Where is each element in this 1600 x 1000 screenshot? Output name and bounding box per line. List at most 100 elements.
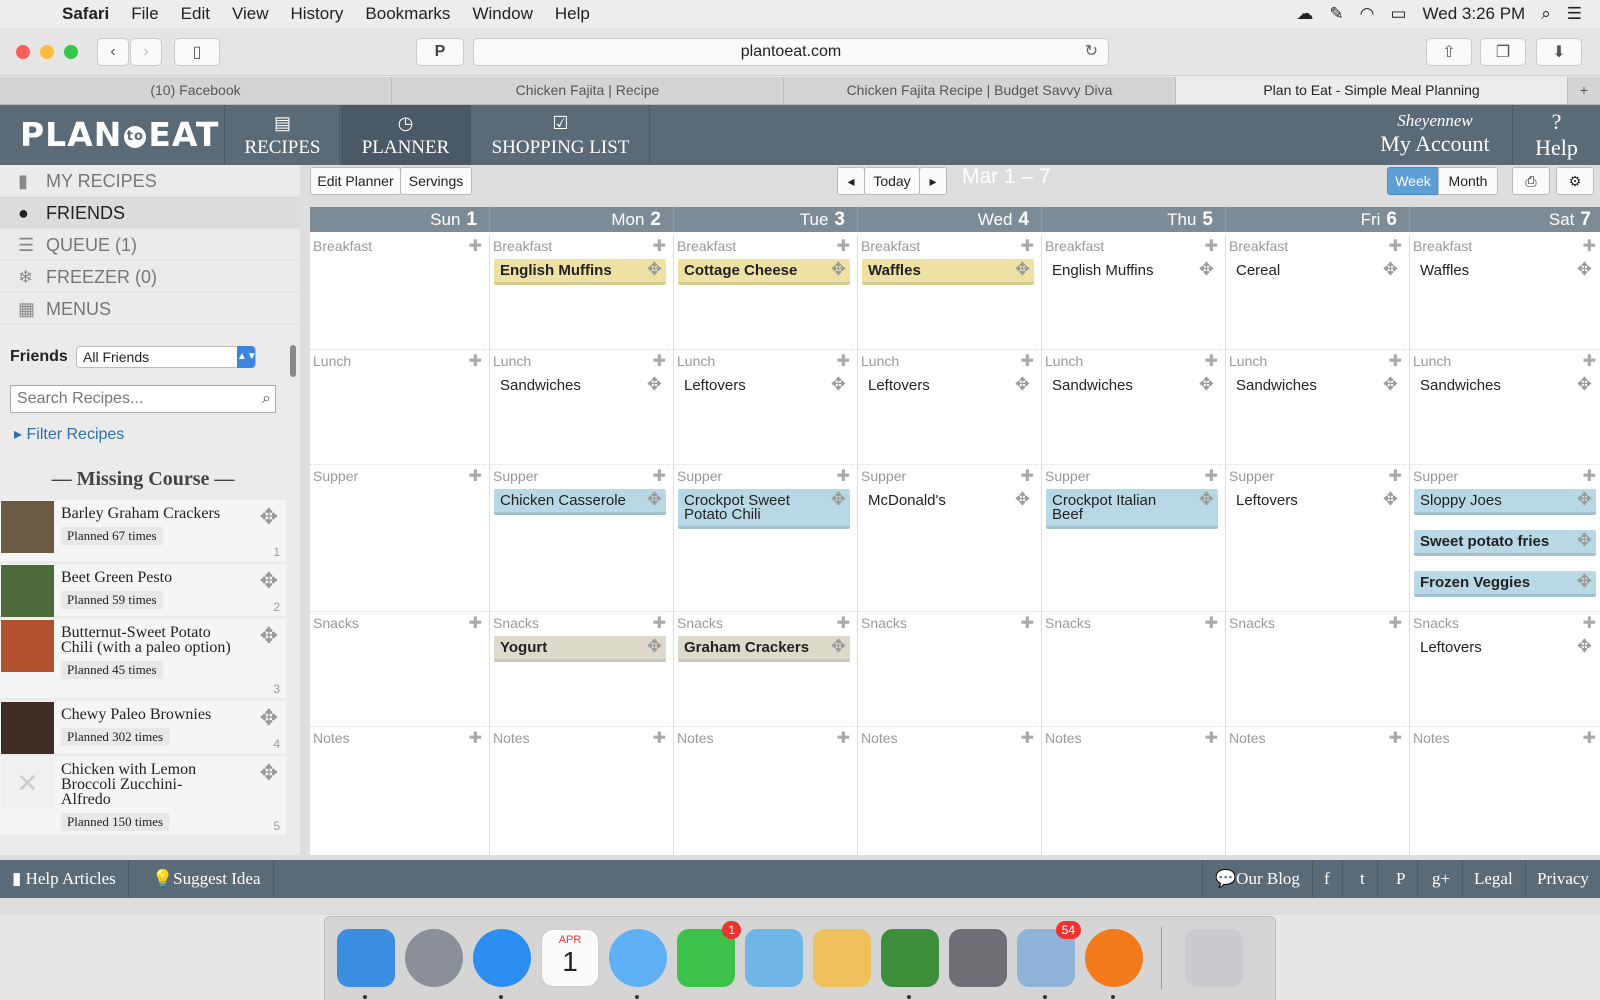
add-meal-icon[interactable]: ✚: [837, 613, 850, 633]
slot-supper[interactable]: Supper ✚ Sloppy Joes ✥ Sweet potato fries ✥ Fr…: [1410, 465, 1600, 612]
drag-handle-icon[interactable]: ✥: [1577, 490, 1592, 508]
add-meal-icon[interactable]: ✚: [1583, 236, 1596, 256]
menu-bookmarks[interactable]: Bookmarks: [365, 4, 450, 24]
suggest-idea-link[interactable]: 💡Suggest Idea: [140, 860, 274, 898]
meal-item[interactable]: English Muffins ✥: [1046, 259, 1218, 282]
slot-snacks[interactable]: Snacks ✚: [1042, 612, 1222, 727]
drag-handle-icon[interactable]: ✥: [831, 260, 846, 278]
meal-item[interactable]: Crockpot Italian Beef ✥: [1046, 489, 1218, 529]
our-blog-link[interactable]: 💬Our Blog: [1202, 860, 1313, 898]
facebook-icon[interactable]: f: [1312, 860, 1343, 898]
meal-item[interactable]: Sandwiches ✥: [1414, 374, 1596, 397]
privacy-link[interactable]: Privacy: [1525, 860, 1600, 898]
meal-item[interactable]: Sandwiches ✥: [1046, 374, 1218, 397]
launchpad-icon[interactable]: [405, 929, 463, 987]
slot-snacks[interactable]: Snacks ✚ Leftovers ✥: [1410, 612, 1600, 727]
back-icon[interactable]: ‹: [97, 38, 129, 66]
add-meal-icon[interactable]: ✚: [837, 728, 850, 748]
meal-item[interactable]: Sloppy Joes ✥: [1414, 489, 1596, 515]
meal-item[interactable]: Graham Crackers ✥: [678, 636, 850, 662]
friends-select[interactable]: All Friends ▲▼: [76, 346, 257, 368]
nav-recipes[interactable]: ▤ RECIPES: [226, 105, 340, 165]
pinterest-footer-icon[interactable]: P: [1384, 860, 1419, 898]
add-meal-icon[interactable]: ✚: [1583, 466, 1596, 486]
drag-handle-icon[interactable]: ✥: [831, 637, 846, 655]
add-meal-icon[interactable]: ✚: [653, 466, 666, 486]
logo[interactable]: PLAN to EAT: [0, 105, 225, 165]
drag-handle-icon[interactable]: ✥: [647, 490, 662, 508]
meal-item[interactable]: Sweet potato fries ✥: [1414, 530, 1596, 556]
meal-item[interactable]: Leftovers ✥: [1230, 489, 1402, 512]
drag-handle-icon[interactable]: ✥: [1015, 490, 1030, 508]
drag-handle-icon[interactable]: ✥: [260, 623, 278, 649]
facetime-icon[interactable]: 1: [677, 921, 741, 987]
meal-item[interactable]: English Muffins ✥: [494, 259, 666, 285]
finder-icon[interactable]: [337, 929, 395, 999]
meal-item[interactable]: Sandwiches ✥: [494, 374, 666, 397]
notification-center-icon[interactable]: ☰: [1567, 4, 1582, 24]
slot-snacks[interactable]: Snacks ✚ Graham Crackers ✥: [674, 612, 854, 727]
add-meal-icon[interactable]: ✚: [1389, 466, 1402, 486]
iphoto-icon[interactable]: [745, 929, 803, 987]
drag-handle-icon[interactable]: ✥: [647, 375, 662, 393]
drag-handle-icon[interactable]: ✥: [647, 637, 662, 655]
menu-help[interactable]: Help: [555, 4, 590, 24]
today-button[interactable]: Today: [864, 167, 920, 195]
meal-item[interactable]: Cereal ✥: [1230, 259, 1402, 282]
menu-window[interactable]: Window: [472, 4, 532, 24]
help-link[interactable]: ? Help: [1512, 105, 1600, 165]
meal-item[interactable]: Cottage Cheese ✥: [678, 259, 850, 285]
drag-handle-icon[interactable]: ✥: [1383, 260, 1398, 278]
clock-text[interactable]: Wed 3:26 PM: [1423, 4, 1526, 24]
meal-item[interactable]: Chicken Casserole ✥: [494, 489, 666, 515]
add-meal-icon[interactable]: ✚: [469, 236, 482, 256]
recipe-item[interactable]: Barley Graham Crackers Planned 67 times …: [0, 500, 286, 564]
add-meal-icon[interactable]: ✚: [1021, 351, 1034, 371]
messages-icon[interactable]: [609, 929, 667, 999]
cloud-icon[interactable]: ☁: [1296, 4, 1313, 24]
slot-supper[interactable]: Supper ✚ McDonald's ✥: [858, 465, 1038, 612]
slot-snacks[interactable]: Snacks ✚: [1226, 612, 1406, 727]
twitter-icon[interactable]: t: [1348, 860, 1378, 898]
sidebar-item-my-recipes[interactable]: ▮ MY RECIPES: [0, 165, 300, 197]
slot-supper[interactable]: Supper ✚ Chicken Casserole ✥: [490, 465, 670, 612]
meal-item[interactable]: Crockpot Sweet Potato Chili ✥: [678, 489, 850, 529]
slot-lunch[interactable]: Lunch ✚: [310, 350, 486, 465]
my-account-link[interactable]: Sheyennew My Account: [1365, 111, 1505, 157]
sidebar-item-menus[interactable]: ▦ MENUS: [0, 293, 300, 325]
edit-planner-button[interactable]: Edit Planner: [310, 167, 401, 195]
slot-breakfast[interactable]: Breakfast ✚ English Muffins ✥: [1042, 235, 1222, 350]
sidebar-toggle-icon[interactable]: ▯: [174, 38, 220, 66]
meal-item[interactable]: McDonald's ✥: [862, 489, 1034, 512]
meal-item[interactable]: Yogurt ✥: [494, 636, 666, 662]
menu-edit[interactable]: Edit: [181, 4, 210, 24]
search-recipes-input[interactable]: Search Recipes... ⌕: [10, 385, 276, 413]
meal-item[interactable]: Leftovers ✥: [1414, 636, 1596, 659]
trash-icon[interactable]: [1185, 929, 1243, 987]
drag-handle-icon[interactable]: ✥: [1015, 375, 1030, 393]
add-meal-icon[interactable]: ✚: [469, 728, 482, 748]
help-articles-link[interactable]: ▮ Help Articles: [0, 860, 129, 898]
add-meal-icon[interactable]: ✚: [1205, 613, 1218, 633]
evernote-dock-icon[interactable]: [881, 929, 939, 999]
add-meal-icon[interactable]: ✚: [1021, 236, 1034, 256]
add-meal-icon[interactable]: ✚: [1021, 613, 1034, 633]
nav-planner[interactable]: ◷ PLANNER: [341, 105, 471, 165]
drag-handle-icon[interactable]: ✥: [1015, 260, 1030, 278]
add-meal-icon[interactable]: ✚: [1021, 466, 1034, 486]
print-icon[interactable]: ⎙: [1512, 167, 1550, 195]
add-meal-icon[interactable]: ✚: [1389, 613, 1402, 633]
slot-supper[interactable]: Supper ✚ Leftovers ✥: [1226, 465, 1406, 612]
drag-handle-icon[interactable]: ✥: [1199, 260, 1214, 278]
firefox-icon[interactable]: [1085, 929, 1143, 999]
drag-handle-icon[interactable]: ✥: [1383, 490, 1398, 508]
add-meal-icon[interactable]: ✚: [1205, 728, 1218, 748]
add-meal-icon[interactable]: ✚: [653, 728, 666, 748]
evernote-icon[interactable]: ✎: [1329, 4, 1343, 24]
drag-handle-icon[interactable]: ✥: [831, 375, 846, 393]
sidebar-item-freezer[interactable]: ❄ FREEZER (0): [0, 261, 300, 293]
add-meal-icon[interactable]: ✚: [469, 613, 482, 633]
drag-handle-icon[interactable]: ✥: [1577, 260, 1592, 278]
google-plus-icon[interactable]: g+: [1420, 860, 1464, 898]
battery-icon[interactable]: ▭: [1390, 4, 1406, 24]
